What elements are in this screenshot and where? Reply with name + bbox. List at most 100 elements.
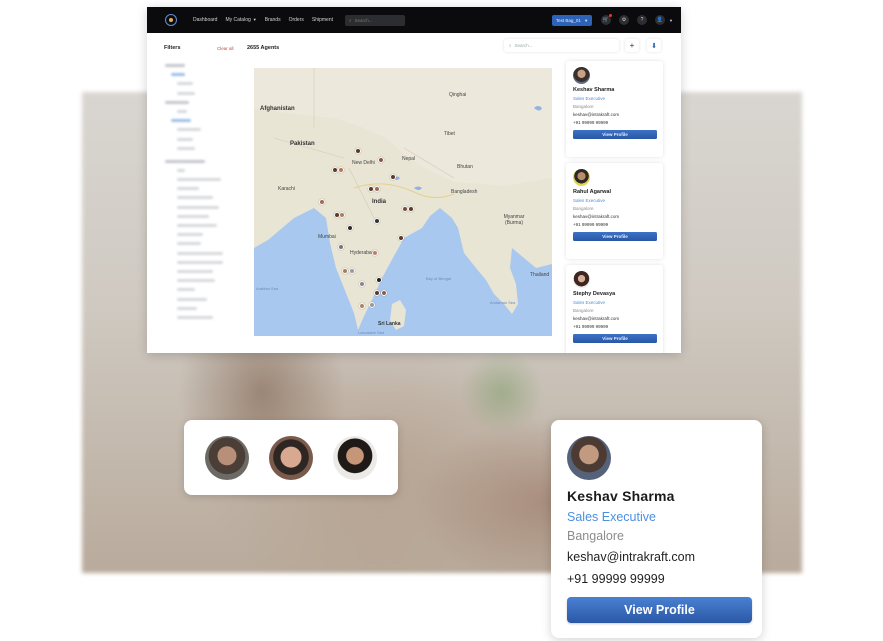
- filter-option[interactable]: [177, 128, 201, 132]
- agent-map-pin[interactable]: [319, 199, 325, 205]
- filter-option[interactable]: [177, 168, 185, 172]
- agent-map-pin[interactable]: [338, 244, 344, 250]
- agent-map-pin[interactable]: [359, 281, 365, 287]
- agent-map-pin[interactable]: [390, 174, 396, 180]
- filter-option[interactable]: [177, 196, 213, 200]
- logo-icon[interactable]: [165, 14, 177, 26]
- map-label-andaman-sea: Andaman Sea: [490, 300, 516, 305]
- notification-dot: [609, 14, 613, 17]
- nav-my-catalog[interactable]: My Catalog ▼: [225, 17, 256, 23]
- filter-option[interactable]: [177, 251, 223, 255]
- filter-option[interactable]: [177, 269, 213, 273]
- avatar[interactable]: [333, 436, 377, 480]
- agent-role: Sales Executive: [573, 300, 606, 305]
- filters-sidebar: [165, 64, 250, 349]
- agent-search-placeholder: Search...: [514, 43, 533, 48]
- map-base: [254, 68, 552, 336]
- top-nav-bar: Dashboard My Catalog ▼ Brands Orders Ship…: [147, 7, 681, 33]
- filters-title: Filters: [164, 45, 181, 51]
- map-label-afghanistan: Afghanistan: [260, 106, 295, 112]
- agent-map-pin[interactable]: [355, 148, 361, 154]
- agent-map-pin[interactable]: [372, 250, 378, 256]
- search-icon: ⌕: [509, 43, 512, 48]
- agent-map-pin[interactable]: [339, 212, 345, 218]
- map-label-new-delhi: New Delhi: [352, 160, 375, 166]
- view-profile-button[interactable]: View Profile: [573, 232, 657, 241]
- top-search-input[interactable]: ⌕ Search...: [344, 14, 405, 26]
- agent-map-pin[interactable]: [342, 268, 348, 274]
- filter-option[interactable]: [177, 306, 197, 310]
- view-profile-button[interactable]: View Profile: [567, 597, 752, 623]
- filter-option[interactable]: [177, 260, 223, 264]
- filter-option[interactable]: [177, 91, 195, 95]
- gear-icon[interactable]: ⚙: [619, 15, 630, 25]
- filter-option[interactable]: [177, 214, 209, 218]
- filter-option[interactable]: [177, 178, 221, 182]
- agent-map-pin[interactable]: [338, 167, 344, 173]
- agent-phone: +91 99999 99999: [573, 222, 609, 227]
- filter-option[interactable]: [177, 242, 201, 246]
- map-label-india: India: [372, 199, 387, 205]
- agent-map-pin[interactable]: [369, 302, 375, 308]
- agent-map-pin[interactable]: [374, 186, 380, 192]
- user-icon[interactable]: 👤: [655, 15, 666, 25]
- agent-map-pin[interactable]: [349, 268, 355, 274]
- filter-option[interactable]: [177, 205, 219, 209]
- profile-phone: +91 99999 99999: [567, 572, 665, 586]
- filter-option[interactable]: [171, 73, 185, 77]
- agent-email: keshav@intrakraft.com: [573, 112, 620, 117]
- agent-card: Stephy Devasya Sales Executive Bangalore…: [566, 265, 663, 353]
- agent-map-pin[interactable]: [347, 225, 353, 231]
- agent-map-pin[interactable]: [359, 303, 365, 309]
- filter-option[interactable]: [177, 187, 199, 191]
- view-profile-button[interactable]: View Profile: [573, 130, 657, 139]
- avatar: [573, 67, 590, 84]
- agent-map-pin[interactable]: [376, 277, 382, 283]
- filter-option[interactable]: [177, 233, 203, 237]
- clear-all-link[interactable]: Clear all: [217, 46, 247, 51]
- avatar: [567, 436, 611, 480]
- agent-map-pin[interactable]: [374, 218, 380, 224]
- stage: Dashboard My Catalog ▼ Brands Orders Ship…: [0, 0, 883, 641]
- add-button[interactable]: +: [625, 39, 639, 52]
- map-label-tibet: Tibet: [444, 131, 455, 137]
- agent-search-input[interactable]: ⌕ Search...: [504, 39, 619, 52]
- agent-card: Keshav Sharma Sales Executive Bangalore …: [566, 61, 663, 157]
- filter-option[interactable]: [177, 288, 195, 292]
- avatar: [573, 271, 590, 288]
- nav-dashboard[interactable]: Dashboard: [193, 17, 217, 23]
- chevron-down-icon[interactable]: ▼: [669, 18, 673, 23]
- agent-map-pin[interactable]: [381, 290, 387, 296]
- agent-map-pin[interactable]: [378, 157, 384, 163]
- nav-my-catalog-label: My Catalog: [225, 17, 251, 23]
- agent-map-pin[interactable]: [374, 290, 380, 296]
- nav-orders[interactable]: Orders: [289, 17, 304, 23]
- avatar[interactable]: [269, 436, 313, 480]
- filter-option[interactable]: [177, 279, 215, 283]
- filter-option[interactable]: [177, 109, 187, 113]
- avatar[interactable]: [205, 436, 249, 480]
- agents-map[interactable]: Afghanistan Pakistan India Qinghai Tibet…: [254, 68, 552, 336]
- agent-map-pin[interactable]: [398, 235, 404, 241]
- view-profile-button[interactable]: View Profile: [573, 334, 657, 343]
- filter-option[interactable]: [171, 119, 191, 123]
- map-label-pakistan: Pakistan: [290, 141, 315, 147]
- nav-shipment[interactable]: Shipment: [312, 17, 333, 23]
- avatar-group-card: [184, 420, 398, 495]
- bag-selector-button[interactable]: Test Bag_01 ▼: [551, 14, 593, 26]
- nav-brands[interactable]: Brands: [265, 17, 281, 23]
- agent-role: Sales Executive: [573, 198, 606, 203]
- filter-option[interactable]: [177, 146, 195, 150]
- agent-map-pin[interactable]: [408, 206, 414, 212]
- filter-option[interactable]: [177, 137, 193, 141]
- agent-phone: +91 99999 99999: [573, 324, 609, 329]
- filter-option[interactable]: [177, 224, 217, 227]
- top-search-placeholder: Search...: [354, 17, 373, 23]
- filter-option[interactable]: [177, 297, 207, 301]
- filter-option[interactable]: [177, 315, 213, 319]
- download-button[interactable]: ⬇: [647, 39, 661, 52]
- cart-icon[interactable]: 🛒: [601, 14, 613, 25]
- map-label-myanmar: Myanmar (Burma): [503, 214, 525, 226]
- filter-option[interactable]: [177, 82, 193, 86]
- help-icon[interactable]: ?: [637, 15, 648, 25]
